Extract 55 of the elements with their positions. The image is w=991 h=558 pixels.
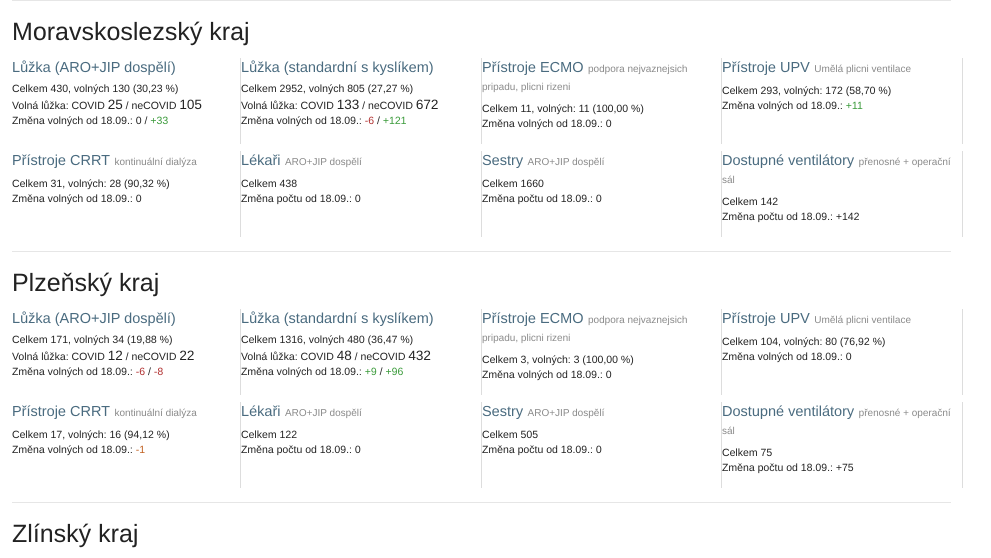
- stat-line: Celkem 1660: [482, 177, 544, 192]
- card-heading: Lůžka (ARO+JIP dospělí): [12, 311, 177, 327]
- card-heading: Sestry ARO+JIP dospělí: [482, 153, 606, 171]
- stat-line: Změna volných od 18.09.: 0: [482, 368, 612, 383]
- stat-line: Změna počtu od 18.09.: 0: [241, 192, 361, 207]
- stat-line: Změna počtu od 18.09.: 0: [482, 443, 602, 458]
- stat-line: Celkem 171, volných 34 (19,88 %): [12, 333, 172, 348]
- stat-line: Celkem 104, volných: 80 (76,92 %): [722, 335, 886, 350]
- stat-line: Celkem 142: [722, 195, 778, 210]
- stat-line: Celkem 31, volných: 28 (90,32 %): [12, 177, 170, 192]
- stat-line: Celkem 11, volných: 11 (100,00 %): [482, 102, 644, 117]
- card-heading: Přístroje ECMO podpora nejvaznejsich pripadu, plicni rizeni: [482, 311, 688, 346]
- stat-line: Změna volných od 18.09.: 0: [722, 350, 852, 365]
- card-heading: Lékaři ARO+JIP dospělí: [241, 404, 363, 422]
- card-heading: Lůžka (ARO+JIP dospělí): [12, 60, 177, 76]
- stat-line: Celkem 122: [241, 428, 298, 443]
- stat-line: Celkem 293, volných: 172 (58,70 %): [722, 84, 892, 99]
- stat-line: Volná lůžka: COVID 25 / neCOVID 105: [12, 97, 202, 114]
- card-heading: Přístroje UPV Umělá plicni ventilace: [722, 311, 912, 329]
- card-heading: Lůžka (standardní s kyslíkem): [241, 60, 435, 76]
- stat-line: Změna volných od 18.09.: 0: [12, 192, 142, 207]
- stat-line: Celkem 2952, volných 805 (27,27 %): [241, 82, 414, 97]
- card-heading: Sestry ARO+JIP dospělí: [482, 404, 606, 422]
- stat-line: Změna volných od 18.09.: 0 / +33: [12, 114, 168, 129]
- stat-line: Volná lůžka: COVID 12 / neCOVID 22: [12, 348, 194, 365]
- card-heading: Dostupné ventilátory přenosné + operační sál: [722, 153, 952, 188]
- stat-line: Celkem 1316, volných 480 (36,47 %): [241, 333, 414, 348]
- stat-line: Volná lůžka: COVID 133 / neCOVID 672: [241, 97, 438, 114]
- card-heading: Přístroje ECMO podpora nejvaznejsich pripadu, plicni rizeni: [482, 60, 688, 95]
- card-heading: Přístroje CRRT kontinuální dialýza: [12, 404, 198, 422]
- card-heading: Dostupné ventilátory přenosné + operační sál: [722, 404, 952, 439]
- stat-line: Celkem 75: [722, 446, 772, 461]
- stat-line: Změna volných od 18.09.: +9 / +96: [241, 365, 404, 380]
- stat-line: Celkem 505: [482, 428, 538, 443]
- region-title: Zlínský kraj: [12, 519, 138, 550]
- stat-line: Volná lůžka: COVID 48 / neCOVID 432: [241, 348, 431, 365]
- stat-line: Změna volných od 18.09.: +11: [722, 99, 863, 114]
- card-heading: Přístroje CRRT kontinuální dialýza: [12, 153, 198, 171]
- stat-line: Celkem 17, volných: 16 (94,12 %): [12, 428, 170, 443]
- stat-line: Změna počtu od 18.09.: 0: [482, 192, 602, 207]
- stat-line: Změna volných od 18.09.: -6 / -8: [12, 365, 164, 380]
- stat-line: Celkem 438: [241, 177, 298, 192]
- stat-line: Změna volných od 18.09.: -1: [12, 443, 146, 458]
- stat-line: Změna počtu od 18.09.: +75: [722, 461, 854, 476]
- stat-line: Změna počtu od 18.09.: 0: [241, 443, 361, 458]
- card-heading: Přístroje UPV Umělá plicni ventilace: [722, 60, 912, 78]
- stat-line: Změna volných od 18.09.: 0: [482, 117, 612, 132]
- stat-line: Celkem 3, volných: 3 (100,00 %): [482, 353, 634, 368]
- card-heading: Lékaři ARO+JIP dospělí: [241, 153, 363, 171]
- stat-line: Změna volných od 18.09.: -6 / +121: [241, 114, 407, 129]
- card-heading: Lůžka (standardní s kyslíkem): [241, 311, 435, 327]
- stat-line: Změna počtu od 18.09.: +142: [722, 210, 860, 225]
- stat-line: Celkem 430, volných 130 (30,23 %): [12, 82, 178, 97]
- region-title: Plzeňský kraj: [12, 268, 160, 299]
- region-title: Moravskoslezský kraj: [12, 17, 250, 48]
